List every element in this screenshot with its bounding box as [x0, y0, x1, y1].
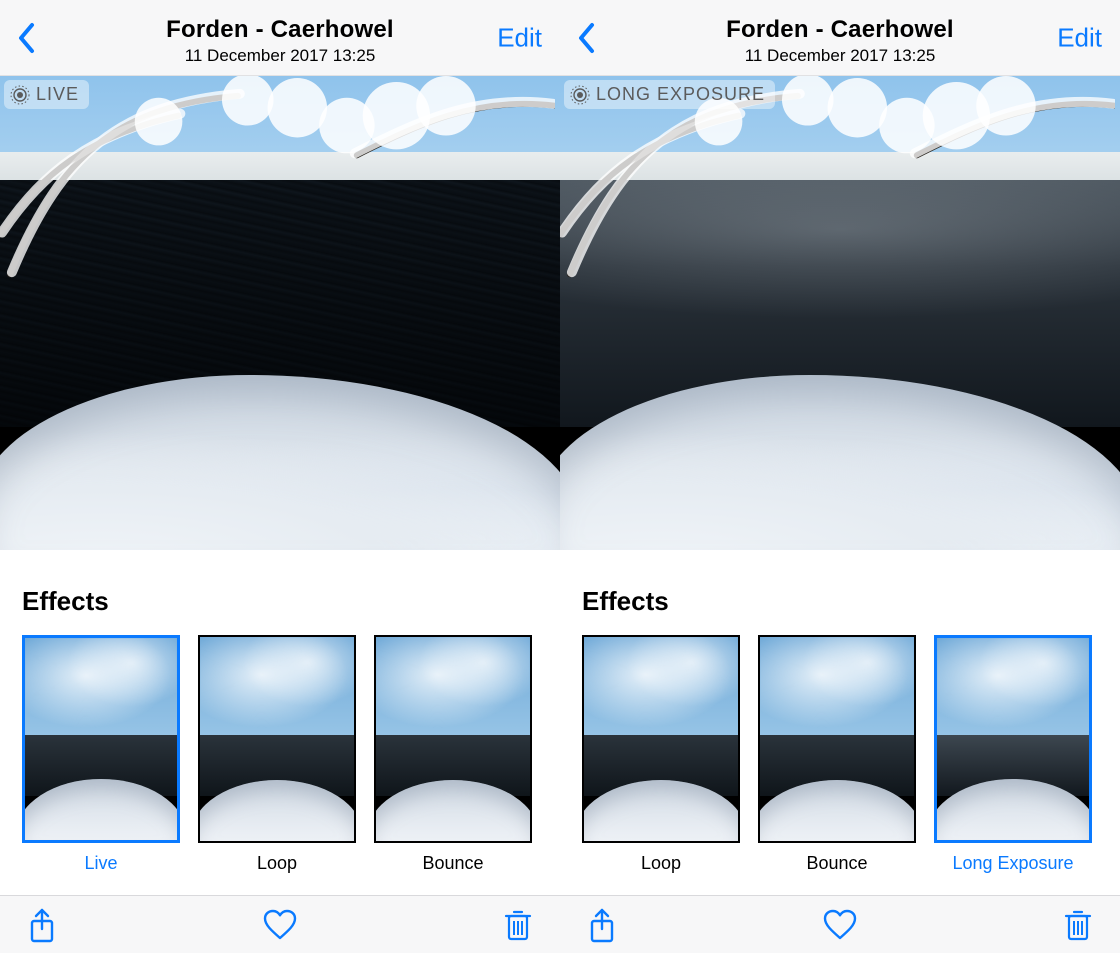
favorite-button[interactable] — [820, 905, 860, 945]
page-subtitle: 11 December 2017 13:25 — [185, 46, 376, 66]
effects-row[interactable]: Loop Bounce Long Exposure — [582, 635, 1098, 874]
main-photo[interactable]: LONG EXPOSURE — [560, 76, 1120, 550]
effect-label: Live — [22, 853, 180, 874]
bottom-toolbar — [560, 895, 1120, 953]
nav-bar: Forden - Caerhowel 11 December 2017 13:2… — [560, 0, 1120, 76]
photo-scene — [560, 76, 1120, 550]
share-icon — [28, 907, 56, 943]
heart-icon — [262, 909, 298, 941]
effect-thumbnail — [198, 635, 356, 843]
effect-label: Bounce — [374, 853, 532, 874]
share-button[interactable] — [22, 905, 62, 945]
photo-scene — [0, 76, 560, 550]
badge-text: LONG EXPOSURE — [596, 84, 765, 105]
live-photo-badge: LIVE — [4, 80, 89, 109]
effect-label: Loop — [582, 853, 740, 874]
effects-heading: Effects — [22, 586, 538, 617]
effect-label: Long Exposure — [934, 853, 1092, 874]
back-button[interactable] — [574, 18, 598, 58]
bottom-toolbar — [0, 895, 560, 953]
effect-loop[interactable]: Loop — [198, 635, 356, 874]
effects-heading: Effects — [582, 586, 1098, 617]
effect-label: Bounce — [758, 853, 916, 874]
effect-label: Loop — [198, 853, 356, 874]
trash-icon — [1063, 908, 1093, 942]
chevron-left-icon — [17, 22, 35, 54]
effects-row[interactable]: LiveLoopBounceLong Exposure — [22, 635, 538, 874]
favorite-button[interactable] — [260, 905, 300, 945]
effect-live[interactable]: Live — [22, 635, 180, 874]
main-photo[interactable]: LIVE — [0, 76, 560, 550]
effect-thumbnail — [374, 635, 532, 843]
edit-button[interactable]: Edit — [1057, 22, 1102, 53]
effect-bounce[interactable]: Bounce — [374, 635, 532, 874]
effects-section: Effects Loop Bounce Long Exposure — [560, 550, 1120, 895]
share-button[interactable] — [582, 905, 622, 945]
delete-button[interactable] — [498, 905, 538, 945]
live-photo-icon — [10, 85, 30, 105]
live-photo-icon — [570, 85, 590, 105]
effects-section: Effects LiveLoopBounceLong Exposure — [0, 550, 560, 895]
trash-icon — [503, 908, 533, 942]
screenshot-left: Forden - Caerhowel 11 December 2017 13:2… — [0, 0, 560, 953]
heart-icon — [822, 909, 858, 941]
nav-bar: Forden - Caerhowel 11 December 2017 13:2… — [0, 0, 560, 76]
effect-bounce[interactable]: Bounce — [758, 635, 916, 874]
delete-button[interactable] — [1058, 905, 1098, 945]
effect-thumbnail — [582, 635, 740, 843]
back-button[interactable] — [14, 18, 38, 58]
effect-longexposure[interactable]: Long Exposure — [934, 635, 1092, 874]
chevron-left-icon — [577, 22, 595, 54]
screenshot-right: Forden - Caerhowel 11 December 2017 13:2… — [560, 0, 1120, 953]
live-photo-badge: LONG EXPOSURE — [564, 80, 775, 109]
effect-loop[interactable]: Loop — [582, 635, 740, 874]
page-title: Forden - Caerhowel — [166, 16, 394, 44]
effect-thumbnail — [758, 635, 916, 843]
page-title: Forden - Caerhowel — [726, 16, 954, 44]
edit-button[interactable]: Edit — [497, 22, 542, 53]
page-subtitle: 11 December 2017 13:25 — [745, 46, 936, 66]
effect-thumbnail — [22, 635, 180, 843]
badge-text: LIVE — [36, 84, 79, 105]
effect-thumbnail — [934, 635, 1092, 843]
share-icon — [588, 907, 616, 943]
